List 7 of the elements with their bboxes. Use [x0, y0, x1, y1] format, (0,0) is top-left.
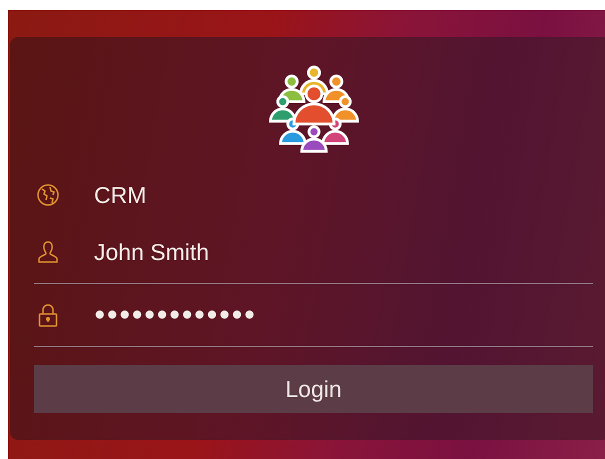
- username-field[interactable]: John Smith: [94, 238, 593, 266]
- padlock-icon: [36, 303, 60, 327]
- globe-icon: [36, 183, 60, 207]
- user-icon: [36, 240, 60, 264]
- server-field[interactable]: CRM: [94, 182, 593, 208]
- login-button[interactable]: Login: [34, 365, 593, 413]
- password-field[interactable]: ●●●●●●●●●●●●●: [94, 304, 593, 326]
